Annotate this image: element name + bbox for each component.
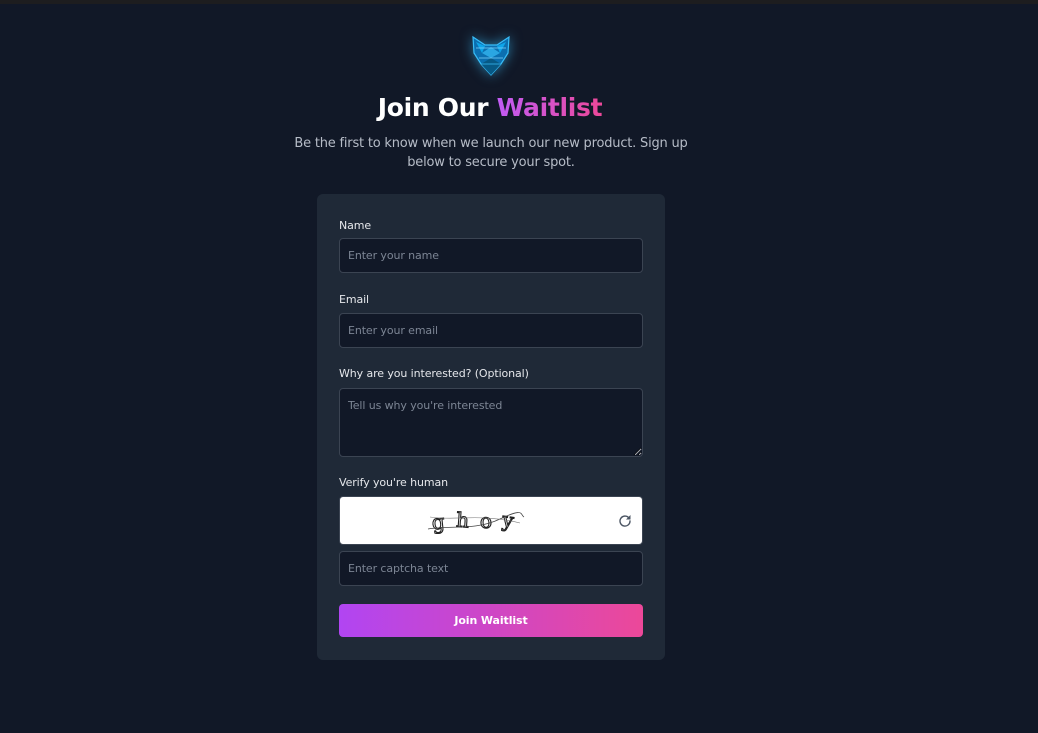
captcha-text-graphic: g h o y	[427, 507, 525, 535]
join-waitlist-button[interactable]: Join Waitlist	[339, 604, 643, 637]
svg-text:g: g	[430, 509, 445, 534]
captcha-input[interactable]	[339, 551, 643, 586]
interest-textarea[interactable]	[339, 388, 643, 457]
name-input[interactable]	[339, 238, 643, 273]
svg-text:y: y	[500, 507, 516, 533]
svg-text:o: o	[479, 509, 492, 534]
top-strip	[0, 0, 1038, 4]
captcha-image: g h o y	[339, 496, 643, 545]
email-input[interactable]	[339, 313, 643, 348]
email-label: Email	[339, 293, 370, 306]
page-subtitle: Be the first to know when we launch our …	[294, 136, 688, 170]
refresh-icon[interactable]	[617, 513, 633, 529]
page-title: Join Our Waitlist	[0, 92, 980, 124]
name-label: Name	[339, 219, 372, 232]
fox-icon	[468, 31, 514, 77]
svg-text:h: h	[455, 508, 470, 533]
title-accent: Waitlist	[496, 93, 603, 122]
interest-label: Why are you interested? (Optional)	[339, 367, 529, 380]
waitlist-form: Name Email Why are you interested? (Opti…	[317, 194, 665, 660]
captcha-label: Verify you're human	[339, 476, 448, 489]
title-main: Join Our	[377, 93, 489, 122]
